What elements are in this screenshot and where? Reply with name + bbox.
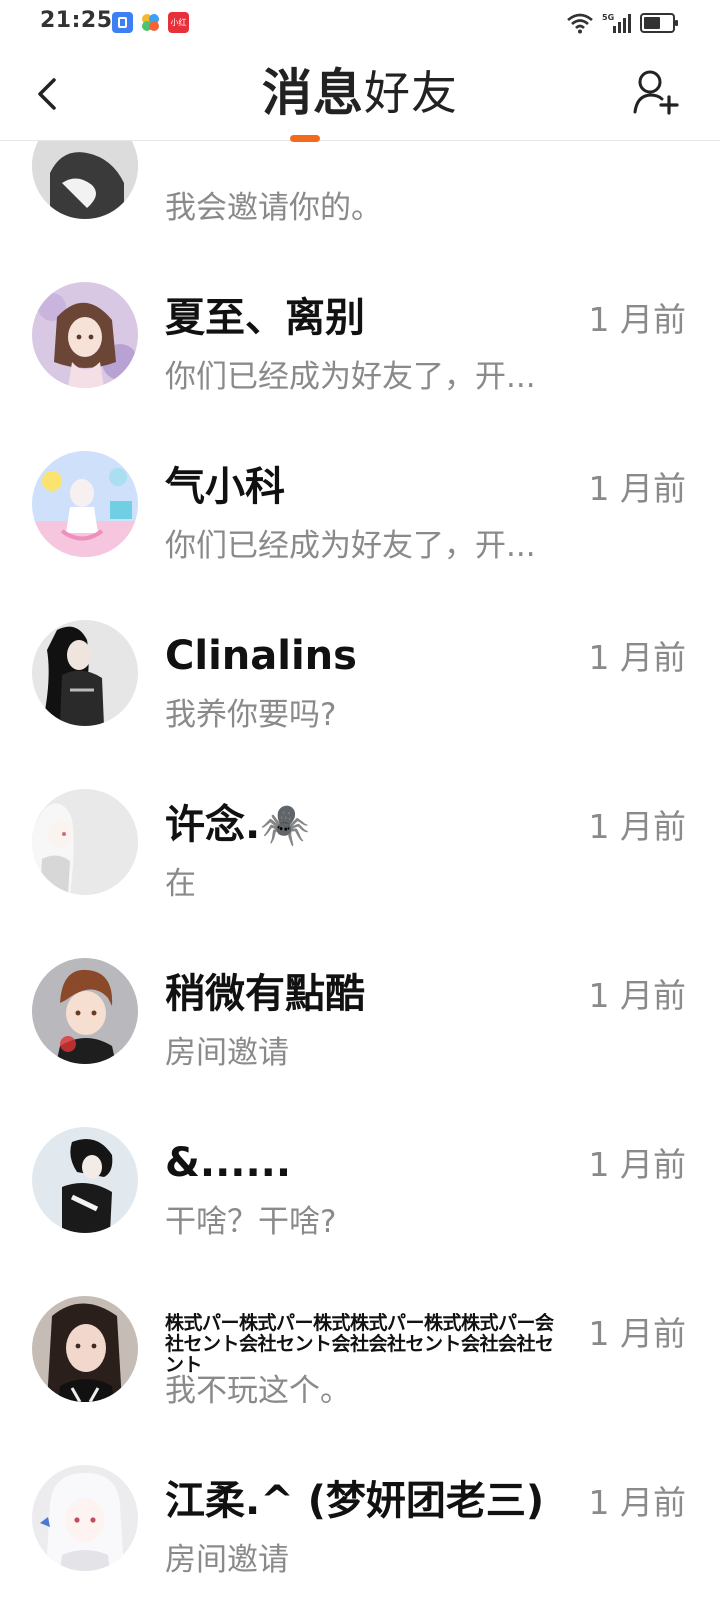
tab-friends[interactable]: 好友 xyxy=(364,62,458,124)
conversation-row[interactable]: 气小科 你们已经成为好友了，开... 1 月前 xyxy=(0,391,720,564)
conversation-row[interactable]: 株式パー株式パー株式株式パー株式株式パー会社セント会社セント会社会社セント会社会… xyxy=(0,1236,720,1409)
tab-bar: 消息 好友 xyxy=(0,62,720,124)
conversation-name: 许念.🕷️ xyxy=(165,802,310,848)
conversation-name: Clinalins xyxy=(165,633,357,679)
status-time: 21:25 xyxy=(40,8,113,33)
conversation-last-message: 房间邀请 xyxy=(165,1542,289,1578)
conversation-row[interactable]: 我会邀请你的。 xyxy=(0,141,720,226)
avatar xyxy=(32,1127,138,1233)
conversation-row[interactable]: 稍微有點酷 房间邀请 1 月前 xyxy=(0,898,720,1071)
conversation-time: 1 月前 xyxy=(588,807,687,846)
tab-messages[interactable]: 消息 xyxy=(262,62,364,124)
app-notification-icon xyxy=(112,12,133,33)
wifi-icon xyxy=(567,13,593,34)
avatar xyxy=(32,789,138,895)
status-indicators: 5G xyxy=(566,10,680,36)
avatar xyxy=(32,451,138,557)
conversation-time: 1 月前 xyxy=(588,1483,687,1522)
conversation-name: 稍微有點酷 xyxy=(165,971,365,1017)
conversation-time: 1 月前 xyxy=(588,469,687,508)
pinwheel-icon xyxy=(140,12,161,33)
conversation-name: 江柔.^ (梦妍团老三) xyxy=(165,1478,545,1524)
conversation-name: 气小科 xyxy=(165,464,285,510)
avatar xyxy=(32,282,138,388)
avatar xyxy=(32,141,138,219)
conversation-row[interactable]: Clinalins 我养你要吗? 1 月前 xyxy=(0,560,720,733)
xiaohongshu-icon: 小红书 xyxy=(168,12,189,48)
conversation-list[interactable]: 我会邀请你的。 夏至、离别 你们已经成为好友了，开... 1 月前 气小科 你们… xyxy=(0,141,720,1612)
svg-text:5G: 5G xyxy=(602,13,614,22)
status-bar: 21:25 小红书 5G xyxy=(0,0,720,48)
conversation-row[interactable]: 夏至、离别 你们已经成为好友了，开... 1 月前 xyxy=(0,222,720,395)
conversation-time: 1 月前 xyxy=(588,1314,687,1353)
conversation-name: 夏至、离别 xyxy=(165,295,365,341)
conversation-row[interactable]: 江柔.^ (梦妍团老三) 房间邀请 1 月前 xyxy=(0,1405,720,1578)
conversation-name: &...... xyxy=(165,1140,292,1186)
header: 消息 好友 xyxy=(0,48,720,142)
avatar xyxy=(32,620,138,726)
battery-icon xyxy=(640,13,678,33)
conversation-row[interactable]: 许念.🕷️ 在 1 月前 xyxy=(0,729,720,902)
avatar xyxy=(32,958,138,1064)
conversation-time: 1 月前 xyxy=(588,1145,687,1184)
cellular-signal-icon: 5G xyxy=(602,13,631,33)
avatar xyxy=(32,1465,138,1571)
conversation-row[interactable]: &...... 干啥？干啥? 1 月前 xyxy=(0,1067,720,1240)
conversation-name: 株式パー株式パー株式株式パー株式株式パー会社セント会社セント会社会社セント会社会… xyxy=(165,1313,554,1376)
add-friend-icon[interactable] xyxy=(632,68,680,116)
conversation-time: 1 月前 xyxy=(588,976,687,1015)
avatar xyxy=(32,1296,138,1402)
conversation-time: 1 月前 xyxy=(588,638,687,677)
conversation-time: 1 月前 xyxy=(588,300,687,339)
